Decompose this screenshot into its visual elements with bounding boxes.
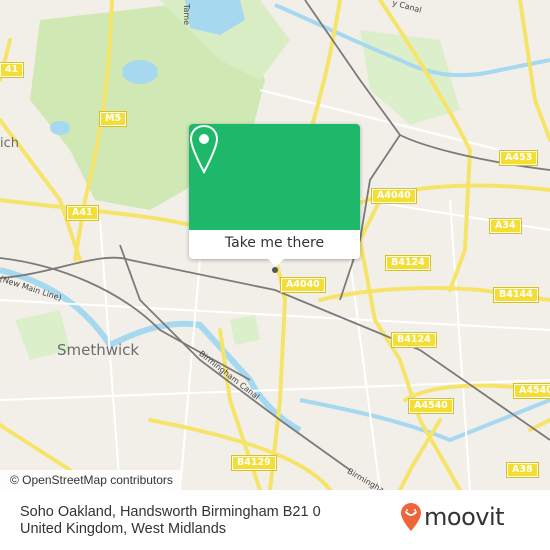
road-shield-a4040: A4040 [371, 188, 417, 204]
moovit-logo[interactable]: moovit [400, 502, 505, 532]
map-pin-icon [189, 124, 219, 175]
moovit-pin-smile-icon [401, 503, 421, 531]
footer: Soho Oakland, Handsworth Birmingham B21 … [0, 490, 550, 550]
road-shield-b4124: B4124 [391, 332, 437, 348]
road-shield-m5: M5 [98, 111, 128, 127]
road-shield-b4129: B4129 [231, 455, 277, 471]
road-shield-a453: A453 [498, 150, 539, 166]
popup-tail [268, 259, 284, 267]
address: Soho Oakland, Handsworth Birmingham B21 … [20, 504, 321, 538]
road-shield-a4040: A4040 [280, 277, 326, 293]
place-label-smethwick: Smethwick [57, 341, 140, 359]
location-popup: Take me there [189, 124, 360, 267]
place-label-west-bromwich: ich [0, 136, 19, 151]
road-shield-a38: A38 [506, 462, 539, 478]
road-shield-a41: A41 [66, 205, 99, 221]
road-shield-b4144: B4144 [493, 287, 539, 303]
road-shield-a4540: A4540 [513, 383, 550, 399]
road-shield-b4124: B4124 [385, 255, 431, 271]
map[interactable]: M5 A41 A4040 A4040 A453 A34 B4124 B4124 … [0, 0, 550, 490]
road-shield-a41-partial: 41 [0, 62, 25, 78]
map-attribution[interactable]: © OpenStreetMap contributors [0, 470, 181, 490]
lake-2 [50, 121, 70, 135]
take-me-there-button[interactable]: Take me there [189, 230, 360, 259]
popup-header [189, 124, 360, 230]
address-line-1: Soho Oakland, Handsworth Birmingham B21 … [20, 504, 321, 520]
park-small [230, 315, 260, 345]
brand-name: moovit [424, 503, 505, 531]
location-marker[interactable] [272, 267, 278, 273]
lake-1 [122, 60, 158, 84]
river-label-tame: Tame [182, 3, 192, 26]
road-shield-a4540: A4540 [408, 398, 454, 414]
address-line-2: United Kingdom, West Midlands [20, 521, 227, 537]
road-shield-a34: A34 [489, 218, 522, 234]
